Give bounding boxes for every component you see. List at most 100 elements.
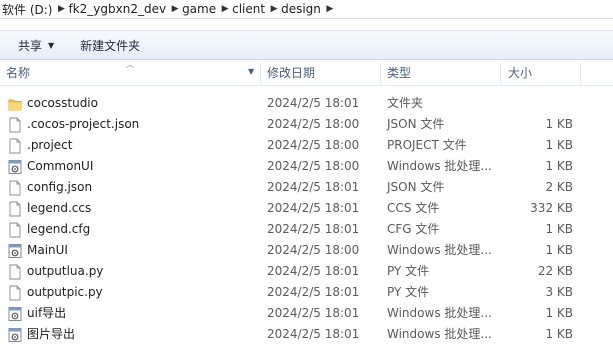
file-type: Windows 批处理... xyxy=(387,327,492,341)
file-date: 2024/2/5 18:01 xyxy=(267,327,360,341)
file-date: 2024/2/5 18:00 xyxy=(267,138,360,152)
file-date: 2024/2/5 18:00 xyxy=(267,159,360,173)
file-row[interactable]: outputlua.py 2024/2/5 18:01 PY 文件 22 KB xyxy=(0,261,613,282)
batch-file-icon xyxy=(8,327,22,343)
file-name: uif导出 xyxy=(27,306,67,320)
file-icon xyxy=(8,222,22,238)
column-divider[interactable] xyxy=(380,63,381,83)
file-date: 2024/2/5 18:01 xyxy=(267,180,360,194)
file-type: CFG 文件 xyxy=(387,222,440,236)
file-date: 2024/2/5 18:01 xyxy=(267,222,360,236)
column-divider[interactable] xyxy=(260,63,261,83)
column-divider[interactable] xyxy=(500,63,501,83)
breadcrumb-separator-icon[interactable]: ▶ xyxy=(269,4,279,14)
file-size: 1 KB xyxy=(545,243,573,257)
file-row[interactable]: .project 2024/2/5 18:00 PROJECT 文件 1 KB xyxy=(0,135,613,156)
file-date: 2024/2/5 18:00 xyxy=(267,243,360,257)
file-icon xyxy=(8,201,22,217)
file-name: legend.cfg xyxy=(27,222,91,236)
share-button[interactable]: 共享 ▼ xyxy=(12,34,60,56)
file-list: cocosstudio 2024/2/5 18:01 文件夹 .cocos-proje… xyxy=(0,93,613,345)
file-size: 1 KB xyxy=(545,327,573,341)
chevron-down-icon: ▼ xyxy=(48,40,55,50)
file-size: 1 KB xyxy=(545,306,573,320)
file-name: outputpic.py xyxy=(27,285,103,299)
column-size-header[interactable]: 大小 xyxy=(508,61,532,85)
file-icon xyxy=(8,117,22,133)
file-icon xyxy=(8,285,22,301)
file-size: 1 KB xyxy=(545,138,573,152)
breadcrumb-folder[interactable]: client xyxy=(230,2,269,16)
file-date: 2024/2/5 18:01 xyxy=(267,264,360,278)
column-date-header[interactable]: 修改日期 xyxy=(267,61,315,85)
address-bar[interactable]: 软件 (D:) ▶ fk2_ygbxn2_dev ▶ game ▶ client… xyxy=(0,0,613,19)
file-type: 文件夹 xyxy=(387,96,424,110)
new-folder-button-label: 新建文件夹 xyxy=(80,38,141,53)
file-type: Windows 批处理... xyxy=(387,243,492,257)
file-name: CommonUI xyxy=(27,159,94,173)
file-row[interactable]: legend.ccs 2024/2/5 18:01 CCS 文件 332 KB xyxy=(0,198,613,219)
file-type: PY 文件 xyxy=(387,285,430,299)
breadcrumb-separator-icon[interactable]: ▶ xyxy=(170,4,180,14)
batch-file-icon xyxy=(8,306,22,322)
file-row[interactable]: CommonUI 2024/2/5 18:00 Windows 批处理... 1 KB xyxy=(0,156,613,177)
breadcrumb-separator-icon[interactable]: ▶ xyxy=(56,4,66,14)
file-name: MainUI xyxy=(27,243,68,257)
file-row[interactable]: cocosstudio 2024/2/5 18:01 文件夹 xyxy=(0,93,613,114)
file-type: JSON 文件 xyxy=(387,180,445,194)
new-folder-button[interactable]: 新建文件夹 xyxy=(74,34,146,56)
file-size: 3 KB xyxy=(545,285,573,299)
breadcrumb-separator-icon[interactable]: ▶ xyxy=(220,4,230,14)
share-button-label: 共享 xyxy=(18,38,43,53)
file-size: 22 KB xyxy=(537,264,573,278)
file-row[interactable]: uif导出 2024/2/5 18:01 Windows 批处理... 1 KB xyxy=(0,303,613,324)
file-row[interactable]: config.json 2024/2/5 18:01 JSON 文件 2 KB xyxy=(0,177,613,198)
column-filter-chevron-icon[interactable]: ▼ xyxy=(248,67,254,76)
file-date: 2024/2/5 18:01 xyxy=(267,285,360,299)
file-name: .cocos-project.json xyxy=(27,117,140,131)
folder-icon xyxy=(8,96,22,112)
file-name: config.json xyxy=(27,180,93,194)
breadcrumb-separator-icon[interactable]: ▶ xyxy=(325,4,335,14)
breadcrumb-folder[interactable]: design xyxy=(279,2,325,16)
file-row[interactable]: outputpic.py 2024/2/5 18:01 PY 文件 3 KB xyxy=(0,282,613,303)
batch-file-icon xyxy=(8,159,22,175)
file-date: 2024/2/5 18:01 xyxy=(267,96,360,110)
file-size: 332 KB xyxy=(530,201,573,215)
column-type-header[interactable]: 类型 xyxy=(387,61,411,85)
file-icon xyxy=(8,264,22,280)
file-size: 1 KB xyxy=(545,222,573,236)
file-name: cocosstudio xyxy=(27,96,98,110)
file-date: 2024/2/5 18:00 xyxy=(267,117,360,131)
file-icon xyxy=(8,138,22,154)
file-type: CCS 文件 xyxy=(387,201,440,215)
command-toolbar: 共享 ▼ 新建文件夹 xyxy=(0,30,613,60)
file-row[interactable]: MainUI 2024/2/5 18:00 Windows 批处理... 1 KB xyxy=(0,240,613,261)
file-size: 1 KB xyxy=(545,159,573,173)
file-size: 1 KB xyxy=(545,117,573,131)
file-type: PY 文件 xyxy=(387,264,430,278)
sort-ascending-icon: ︿ xyxy=(126,60,134,69)
file-type: Windows 批处理... xyxy=(387,306,492,320)
column-name-header[interactable]: 名称 xyxy=(6,61,30,85)
batch-file-icon xyxy=(8,243,22,259)
file-row[interactable]: 图片导出 2024/2/5 18:01 Windows 批处理... 1 KB xyxy=(0,324,613,345)
column-header: ︿ 名称 ▼ 修改日期 类型 大小 xyxy=(0,60,613,86)
file-size: 2 KB xyxy=(545,180,573,194)
breadcrumb-drive[interactable]: 软件 (D:) xyxy=(0,1,56,18)
file-type: JSON 文件 xyxy=(387,117,445,131)
breadcrumb-folder[interactable]: game xyxy=(180,2,220,16)
file-name: 图片导出 xyxy=(27,327,76,341)
column-divider[interactable] xyxy=(580,63,581,83)
file-row[interactable]: legend.cfg 2024/2/5 18:01 CFG 文件 1 KB xyxy=(0,219,613,240)
file-date: 2024/2/5 18:01 xyxy=(267,201,360,215)
file-date: 2024/2/5 18:01 xyxy=(267,306,360,320)
file-name: legend.ccs xyxy=(27,201,92,215)
file-row[interactable]: .cocos-project.json 2024/2/5 18:00 JSON 文件… xyxy=(0,114,613,135)
file-type: PROJECT 文件 xyxy=(387,138,467,152)
file-name: .project xyxy=(27,138,73,152)
file-name: outputlua.py xyxy=(27,264,104,278)
breadcrumb-folder[interactable]: fk2_ygbxn2_dev xyxy=(66,2,170,16)
file-icon xyxy=(8,180,22,196)
file-type: Windows 批处理... xyxy=(387,159,492,173)
